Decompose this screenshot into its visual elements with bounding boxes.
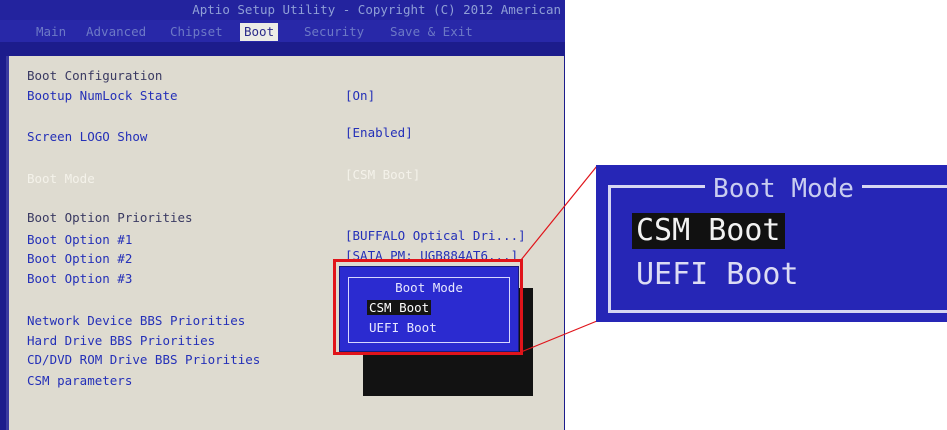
zoom-option-uefi-boot: UEFI Boot xyxy=(636,257,799,292)
bios-title-bar: Aptio Setup Utility - Copyright (C) 2012… xyxy=(0,0,565,20)
cd-dvd-bbs-label[interactable]: CD/DVD ROM Drive BBS Priorities xyxy=(27,353,260,367)
zoom-title-text: Boot Mode xyxy=(705,174,862,204)
bootup-numlock-value[interactable]: [On] xyxy=(345,89,375,103)
tab-main[interactable]: Main xyxy=(32,23,70,41)
boot-option-1-label[interactable]: Boot Option #1 xyxy=(27,233,132,247)
tab-security[interactable]: Security xyxy=(300,23,368,41)
boot-option-2-label[interactable]: Boot Option #2 xyxy=(27,252,132,266)
bootup-numlock-label[interactable]: Bootup NumLock State xyxy=(27,89,178,103)
bios-screen-photo: Aptio Setup Utility - Copyright (C) 2012… xyxy=(0,0,565,430)
tab-chipset[interactable]: Chipset xyxy=(166,23,227,41)
network-device-bbs-label[interactable]: Network Device BBS Priorities xyxy=(27,314,245,328)
tab-advanced[interactable]: Advanced xyxy=(82,23,150,41)
boot-option-priorities-heading: Boot Option Priorities xyxy=(27,210,193,225)
boot-option-1-value[interactable]: [BUFFALO Optical Dri...] xyxy=(345,229,526,243)
csm-parameters-label[interactable]: CSM parameters xyxy=(27,374,132,388)
red-highlight-box xyxy=(333,259,523,355)
zoom-title: Boot Mode xyxy=(596,173,947,205)
tab-save-exit[interactable]: Save & Exit xyxy=(386,23,477,41)
screen-logo-value[interactable]: [Enabled] xyxy=(345,126,413,140)
screen-logo-label[interactable]: Screen LOGO Show xyxy=(27,130,147,144)
boot-configuration-heading: Boot Configuration xyxy=(27,68,163,83)
boot-option-3-label[interactable]: Boot Option #3 xyxy=(27,272,132,286)
tab-boot[interactable]: Boot xyxy=(240,23,279,41)
boot-mode-label[interactable]: Boot Mode xyxy=(27,172,95,186)
zoomed-boot-mode-callout: Boot Mode CSM Boot UEFI Boot xyxy=(596,165,947,322)
hard-drive-bbs-label[interactable]: Hard Drive BBS Priorities xyxy=(27,334,215,348)
zoom-option-csm-boot: CSM Boot xyxy=(632,213,785,249)
tab-bar: Main Advanced Chipset Boot Security Save… xyxy=(0,20,565,42)
boot-mode-value[interactable]: [CSM Boot] xyxy=(345,168,420,182)
